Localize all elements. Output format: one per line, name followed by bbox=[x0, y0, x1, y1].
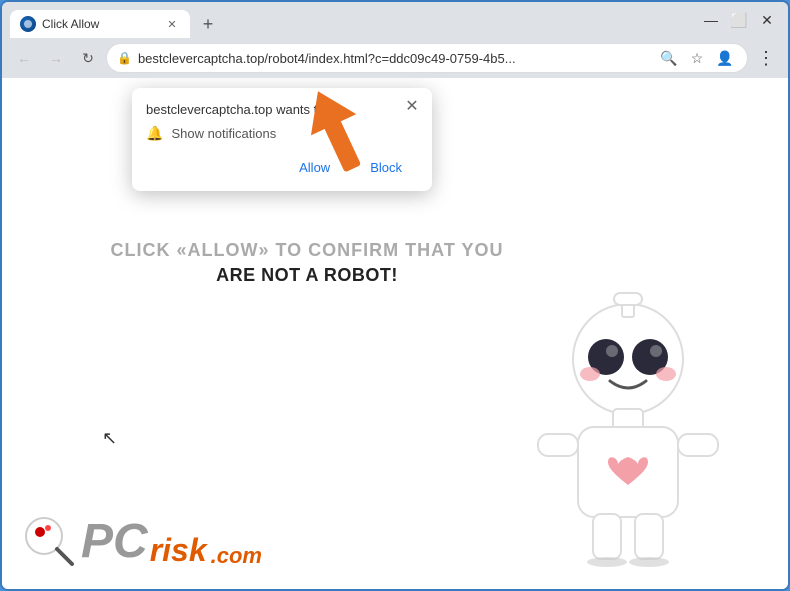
maximize-button[interactable]: ⬜ bbox=[726, 7, 752, 33]
risk-logo-text: risk bbox=[150, 532, 207, 569]
tab-title: Click Allow bbox=[42, 17, 158, 31]
mouse-cursor: ↖ bbox=[102, 428, 117, 449]
back-button[interactable]: ← bbox=[10, 44, 38, 72]
robot-illustration bbox=[528, 289, 728, 569]
notification-popup: ✕ bestclevercaptcha.top wants to 🔔 Show … bbox=[132, 88, 432, 191]
pcrisk-icon bbox=[22, 514, 77, 569]
dotcom-logo-text: .com bbox=[211, 543, 262, 569]
bookmark-icon[interactable]: ☆ bbox=[685, 46, 709, 70]
browser-tab[interactable]: Click Allow ✕ bbox=[10, 10, 190, 38]
browser-menu-button[interactable]: ⋮ bbox=[752, 44, 780, 72]
address-bar: ← → ↻ 🔒 bestclevercaptcha.top/robot4/ind… bbox=[2, 38, 788, 78]
lock-icon: 🔒 bbox=[117, 51, 132, 65]
title-bar: Click Allow ✕ + — ⬜ ✕ bbox=[2, 2, 788, 38]
orange-arrow bbox=[292, 82, 382, 187]
bell-icon: 🔔 bbox=[146, 125, 163, 142]
show-notifications-label: Show notifications bbox=[171, 126, 276, 141]
captcha-text-bold: ARE NOT A ROBOT! bbox=[216, 265, 398, 285]
window-controls: — ⬜ ✕ bbox=[698, 7, 780, 33]
address-bar-icons: 🔍 ☆ 👤 bbox=[657, 46, 737, 70]
browser-window: Click Allow ✕ + — ⬜ ✕ ← → ↻ 🔒 bestclever… bbox=[0, 0, 790, 591]
robot-svg bbox=[528, 289, 728, 569]
search-icon[interactable]: 🔍 bbox=[657, 46, 681, 70]
new-tab-button[interactable]: + bbox=[194, 10, 222, 38]
tab-area: Click Allow ✕ + bbox=[10, 2, 690, 38]
arrow-svg bbox=[292, 82, 382, 182]
page-main-text: CLICK «ALLOW» TO CONFIRM THAT YOU ARE NO… bbox=[82, 238, 532, 289]
minimize-button[interactable]: — bbox=[698, 7, 724, 33]
profile-icon[interactable]: 👤 bbox=[713, 46, 737, 70]
tab-favicon-icon bbox=[20, 16, 36, 32]
url-text: bestclevercaptcha.top/robot4/index.html?… bbox=[138, 51, 651, 66]
page-content: ✕ bestclevercaptcha.top wants to 🔔 Show … bbox=[2, 78, 788, 589]
tab-close-button[interactable]: ✕ bbox=[164, 16, 180, 32]
captcha-text-colored: CLICK «ALLOW» TO CONFIRM THAT YOU bbox=[111, 240, 504, 260]
pc-logo-text: PC bbox=[81, 518, 148, 566]
pcrisk-logo: PC risk .com bbox=[22, 514, 262, 569]
address-bar-input[interactable]: 🔒 bestclevercaptcha.top/robot4/index.htm… bbox=[106, 43, 748, 73]
forward-button[interactable]: → bbox=[42, 44, 70, 72]
close-button[interactable]: ✕ bbox=[754, 7, 780, 33]
popup-close-button[interactable]: ✕ bbox=[402, 96, 422, 116]
refresh-button[interactable]: ↻ bbox=[74, 44, 102, 72]
